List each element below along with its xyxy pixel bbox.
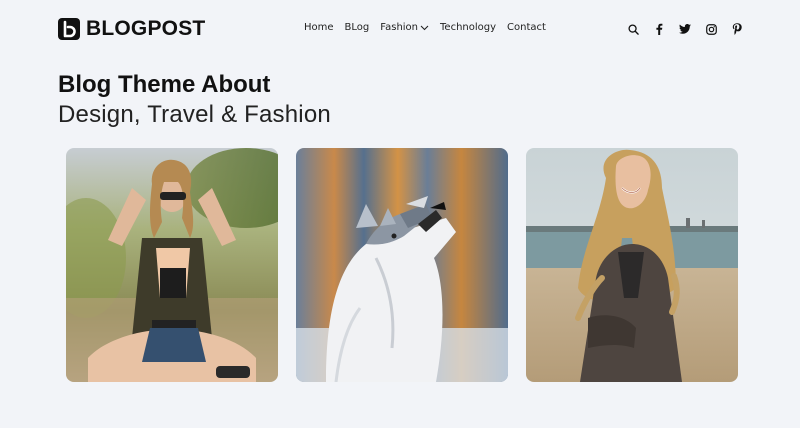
card-woman-beach[interactable]: [526, 148, 738, 382]
site-logo[interactable]: BLOGPOST: [58, 17, 205, 41]
woman-sitting-on-railway-photo: [66, 148, 278, 382]
hero-heading: Blog Theme About Design, Travel & Fashio…: [58, 70, 331, 130]
nav-item-fashion[interactable]: Fashion: [380, 22, 429, 33]
nav-item-technology[interactable]: Technology: [440, 22, 496, 33]
hero-title: Blog Theme About: [58, 71, 271, 98]
hero-subtitle: Design, Travel & Fashion: [58, 101, 331, 128]
featured-cards: [66, 148, 738, 382]
header-icons: [626, 22, 744, 36]
twitter-icon[interactable]: [678, 22, 692, 36]
nav-item-label: Fashion: [380, 22, 419, 33]
nav-item-label: Technology: [440, 22, 497, 33]
main-nav: Home BLog Fashion Technology Contact: [304, 22, 546, 33]
card-woman-railway[interactable]: [66, 148, 278, 382]
facebook-icon[interactable]: [652, 22, 666, 36]
nav-item-label: Contact: [507, 22, 546, 33]
pinterest-icon[interactable]: [730, 22, 744, 36]
chevron-down-icon: [420, 25, 429, 31]
nav-item-label: Home: [304, 22, 334, 33]
site-header: BLOGPOST Home BLog Fashion Technology Co…: [0, 0, 800, 58]
site-logo-text: BLOGPOST: [86, 17, 206, 40]
nav-item-home[interactable]: Home: [304, 22, 334, 33]
nav-item-label: BLog: [344, 22, 370, 33]
nav-item-contact[interactable]: Contact: [507, 22, 546, 33]
search-icon[interactable]: [626, 22, 640, 36]
woman-on-beach-photo: [526, 148, 738, 382]
logo-mark-icon: [58, 18, 80, 40]
card-husky[interactable]: [296, 148, 508, 382]
instagram-icon[interactable]: [704, 22, 718, 36]
husky-dog-howling-photo: [296, 148, 508, 382]
nav-item-blog[interactable]: BLog: [345, 22, 370, 33]
